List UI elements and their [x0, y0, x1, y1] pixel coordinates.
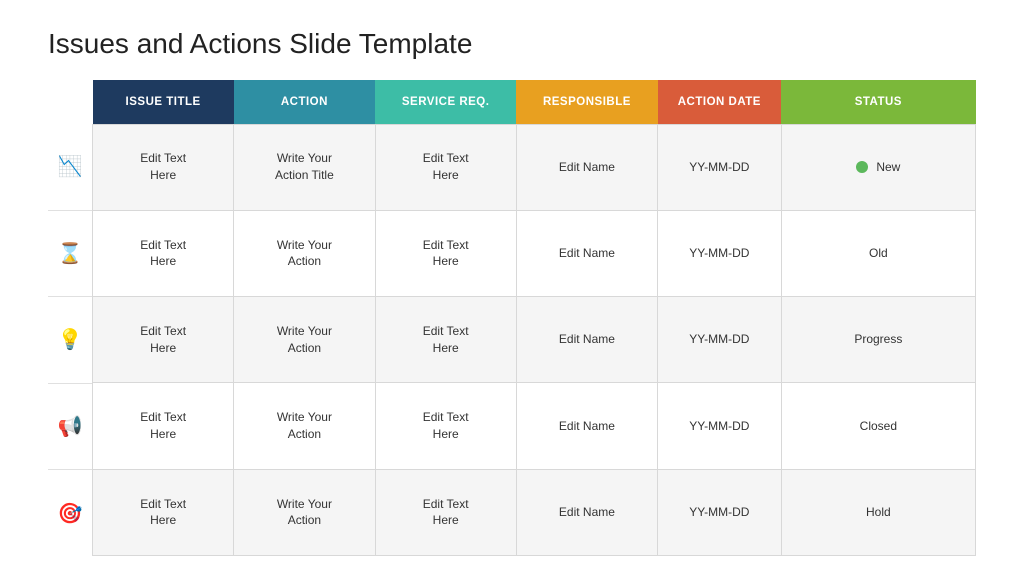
- lightbulb-icon: 💡: [48, 297, 92, 384]
- cell-issue[interactable]: Edit Text Here: [93, 383, 234, 469]
- target-icon: 🎯: [48, 470, 92, 556]
- cell-action[interactable]: Write Your Action: [234, 210, 375, 296]
- cell-resp[interactable]: Edit Name: [516, 469, 657, 555]
- header-action: ACTION: [234, 80, 375, 124]
- cell-issue[interactable]: Edit Text Here: [93, 469, 234, 555]
- table-row: Edit Text HereWrite Your ActionEdit Text…: [93, 210, 976, 296]
- page-title: Issues and Actions Slide Template: [48, 28, 976, 60]
- header-service: SERVICE REQ.: [375, 80, 516, 124]
- cell-status[interactable]: New: [781, 124, 975, 210]
- header-resp: RESPONSIBLE: [516, 80, 657, 124]
- cell-service[interactable]: Edit Text Here: [375, 383, 516, 469]
- cell-action[interactable]: Write Your Action Title: [234, 124, 375, 210]
- table-row: Edit Text HereWrite Your ActionEdit Text…: [93, 383, 976, 469]
- header-status: STATUS: [781, 80, 975, 124]
- cell-issue[interactable]: Edit Text Here: [93, 124, 234, 210]
- icon-column: 📉⌛💡📢🎯: [48, 80, 92, 556]
- table-row: Edit Text HereWrite Your ActionEdit Text…: [93, 297, 976, 383]
- table-wrapper: 📉⌛💡📢🎯 ISSUE TITLE ACTION SERVICE REQ. RE…: [48, 80, 976, 556]
- header-issue: ISSUE TITLE: [93, 80, 234, 124]
- megaphone-icon: 📢: [48, 384, 92, 471]
- status-label: New: [876, 159, 900, 176]
- table-header-row: ISSUE TITLE ACTION SERVICE REQ. RESPONSI…: [93, 80, 976, 124]
- cell-service[interactable]: Edit Text Here: [375, 297, 516, 383]
- cell-date[interactable]: YY-MM-DD: [658, 469, 782, 555]
- cell-date[interactable]: YY-MM-DD: [658, 297, 782, 383]
- cell-service[interactable]: Edit Text Here: [375, 124, 516, 210]
- cell-resp[interactable]: Edit Name: [516, 297, 657, 383]
- cell-status[interactable]: Hold: [781, 469, 975, 555]
- hourglass-icon: ⌛: [48, 211, 92, 298]
- cell-issue[interactable]: Edit Text Here: [93, 210, 234, 296]
- cell-service[interactable]: Edit Text Here: [375, 469, 516, 555]
- cell-issue[interactable]: Edit Text Here: [93, 297, 234, 383]
- cell-status[interactable]: Progress: [781, 297, 975, 383]
- cell-resp[interactable]: Edit Name: [516, 124, 657, 210]
- cell-service[interactable]: Edit Text Here: [375, 210, 516, 296]
- header-date: ACTION DATE: [658, 80, 782, 124]
- cell-resp[interactable]: Edit Name: [516, 383, 657, 469]
- chart-icon: 📉: [48, 124, 92, 211]
- cell-date[interactable]: YY-MM-DD: [658, 124, 782, 210]
- cell-date[interactable]: YY-MM-DD: [658, 210, 782, 296]
- cell-action[interactable]: Write Your Action: [234, 383, 375, 469]
- cell-resp[interactable]: Edit Name: [516, 210, 657, 296]
- main-table: ISSUE TITLE ACTION SERVICE REQ. RESPONSI…: [92, 80, 976, 556]
- cell-action[interactable]: Write Your Action: [234, 297, 375, 383]
- cell-date[interactable]: YY-MM-DD: [658, 383, 782, 469]
- cell-action[interactable]: Write Your Action: [234, 469, 375, 555]
- table-row: Edit Text HereWrite Your Action TitleEdi…: [93, 124, 976, 210]
- cell-status[interactable]: Closed: [781, 383, 975, 469]
- status-dot: [856, 161, 868, 173]
- cell-status[interactable]: Old: [781, 210, 975, 296]
- table-row: Edit Text HereWrite Your ActionEdit Text…: [93, 469, 976, 555]
